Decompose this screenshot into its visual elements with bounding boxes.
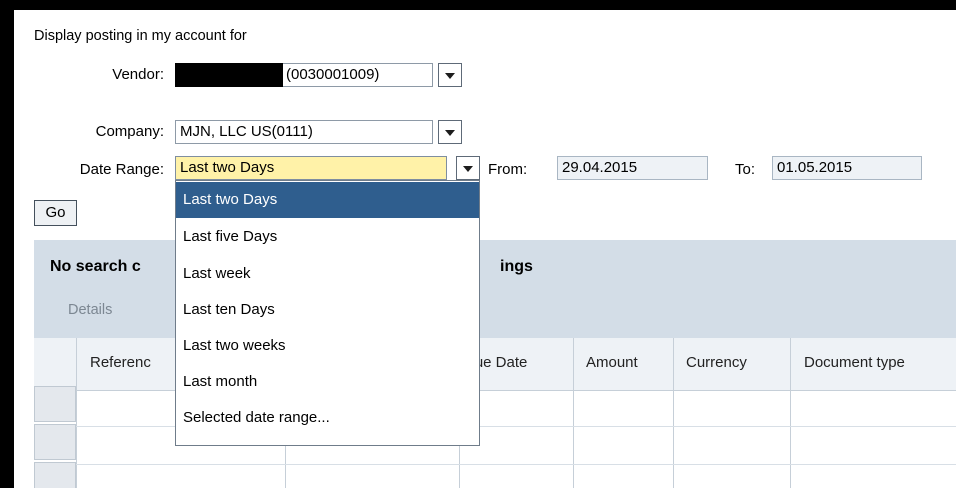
to-date-field[interactable]: 01.05.2015 bbox=[772, 156, 922, 180]
vendor-label: Vendor: bbox=[112, 66, 164, 83]
table-row bbox=[76, 464, 956, 465]
from-label: From: bbox=[488, 161, 528, 178]
to-date-value: 01.05.2015 bbox=[777, 159, 853, 176]
company-label: Company: bbox=[95, 123, 164, 140]
posting-window: Display posting in my account for Vendor… bbox=[14, 10, 956, 488]
option-last-two-days[interactable]: Last two Days bbox=[176, 182, 479, 218]
date-range-label: Date Range: bbox=[79, 161, 164, 178]
column-header-amount[interactable]: Amount bbox=[586, 354, 638, 371]
to-label: To: bbox=[735, 161, 756, 178]
option-last-ten-days[interactable]: Last ten Days bbox=[176, 292, 479, 328]
option-last-five-days[interactable]: Last five Days bbox=[176, 219, 479, 255]
results-panel: No search c ings Details Referenc Due Da… bbox=[34, 240, 956, 488]
date-range-dropdown-button[interactable] bbox=[456, 156, 480, 180]
from-date-value: 29.04.2015 bbox=[562, 159, 638, 176]
company-dropdown-button[interactable] bbox=[438, 120, 462, 144]
redacted-vendor-name bbox=[175, 63, 283, 87]
date-range-options-list: Last two Days Last five Days Last week L… bbox=[175, 180, 480, 446]
date-range-select[interactable]: Last two Days bbox=[175, 156, 447, 180]
column-header-reference[interactable]: Referenc bbox=[90, 354, 151, 371]
details-button[interactable]: Details bbox=[68, 302, 112, 318]
option-last-week[interactable]: Last week bbox=[176, 256, 479, 292]
vendor-dropdown-button[interactable] bbox=[438, 63, 462, 87]
company-field[interactable]: MJN, LLC US(0111) bbox=[175, 120, 433, 144]
go-button[interactable]: Go bbox=[34, 200, 77, 226]
row-selector[interactable] bbox=[34, 386, 76, 422]
row-selector[interactable] bbox=[34, 424, 76, 460]
from-date-field[interactable]: 29.04.2015 bbox=[557, 156, 708, 180]
results-table: Referenc Due Date Amount Currency Docume… bbox=[34, 338, 956, 488]
column-header-document-type[interactable]: Document type bbox=[804, 354, 905, 371]
vendor-value: (0030001009) bbox=[286, 66, 380, 83]
company-value: MJN, LLC US(0111) bbox=[180, 123, 313, 140]
row-selector[interactable] bbox=[34, 462, 76, 488]
results-title-left: No search c bbox=[50, 258, 141, 275]
results-title-right: ings bbox=[500, 258, 533, 275]
form-title: Display posting in my account for bbox=[34, 28, 247, 44]
option-last-two-weeks[interactable]: Last two weeks bbox=[176, 328, 479, 364]
option-last-month[interactable]: Last month bbox=[176, 364, 479, 400]
column-header-currency[interactable]: Currency bbox=[686, 354, 747, 371]
option-selected-date-range[interactable]: Selected date range... bbox=[176, 400, 479, 436]
date-range-value: Last two Days bbox=[180, 159, 275, 176]
